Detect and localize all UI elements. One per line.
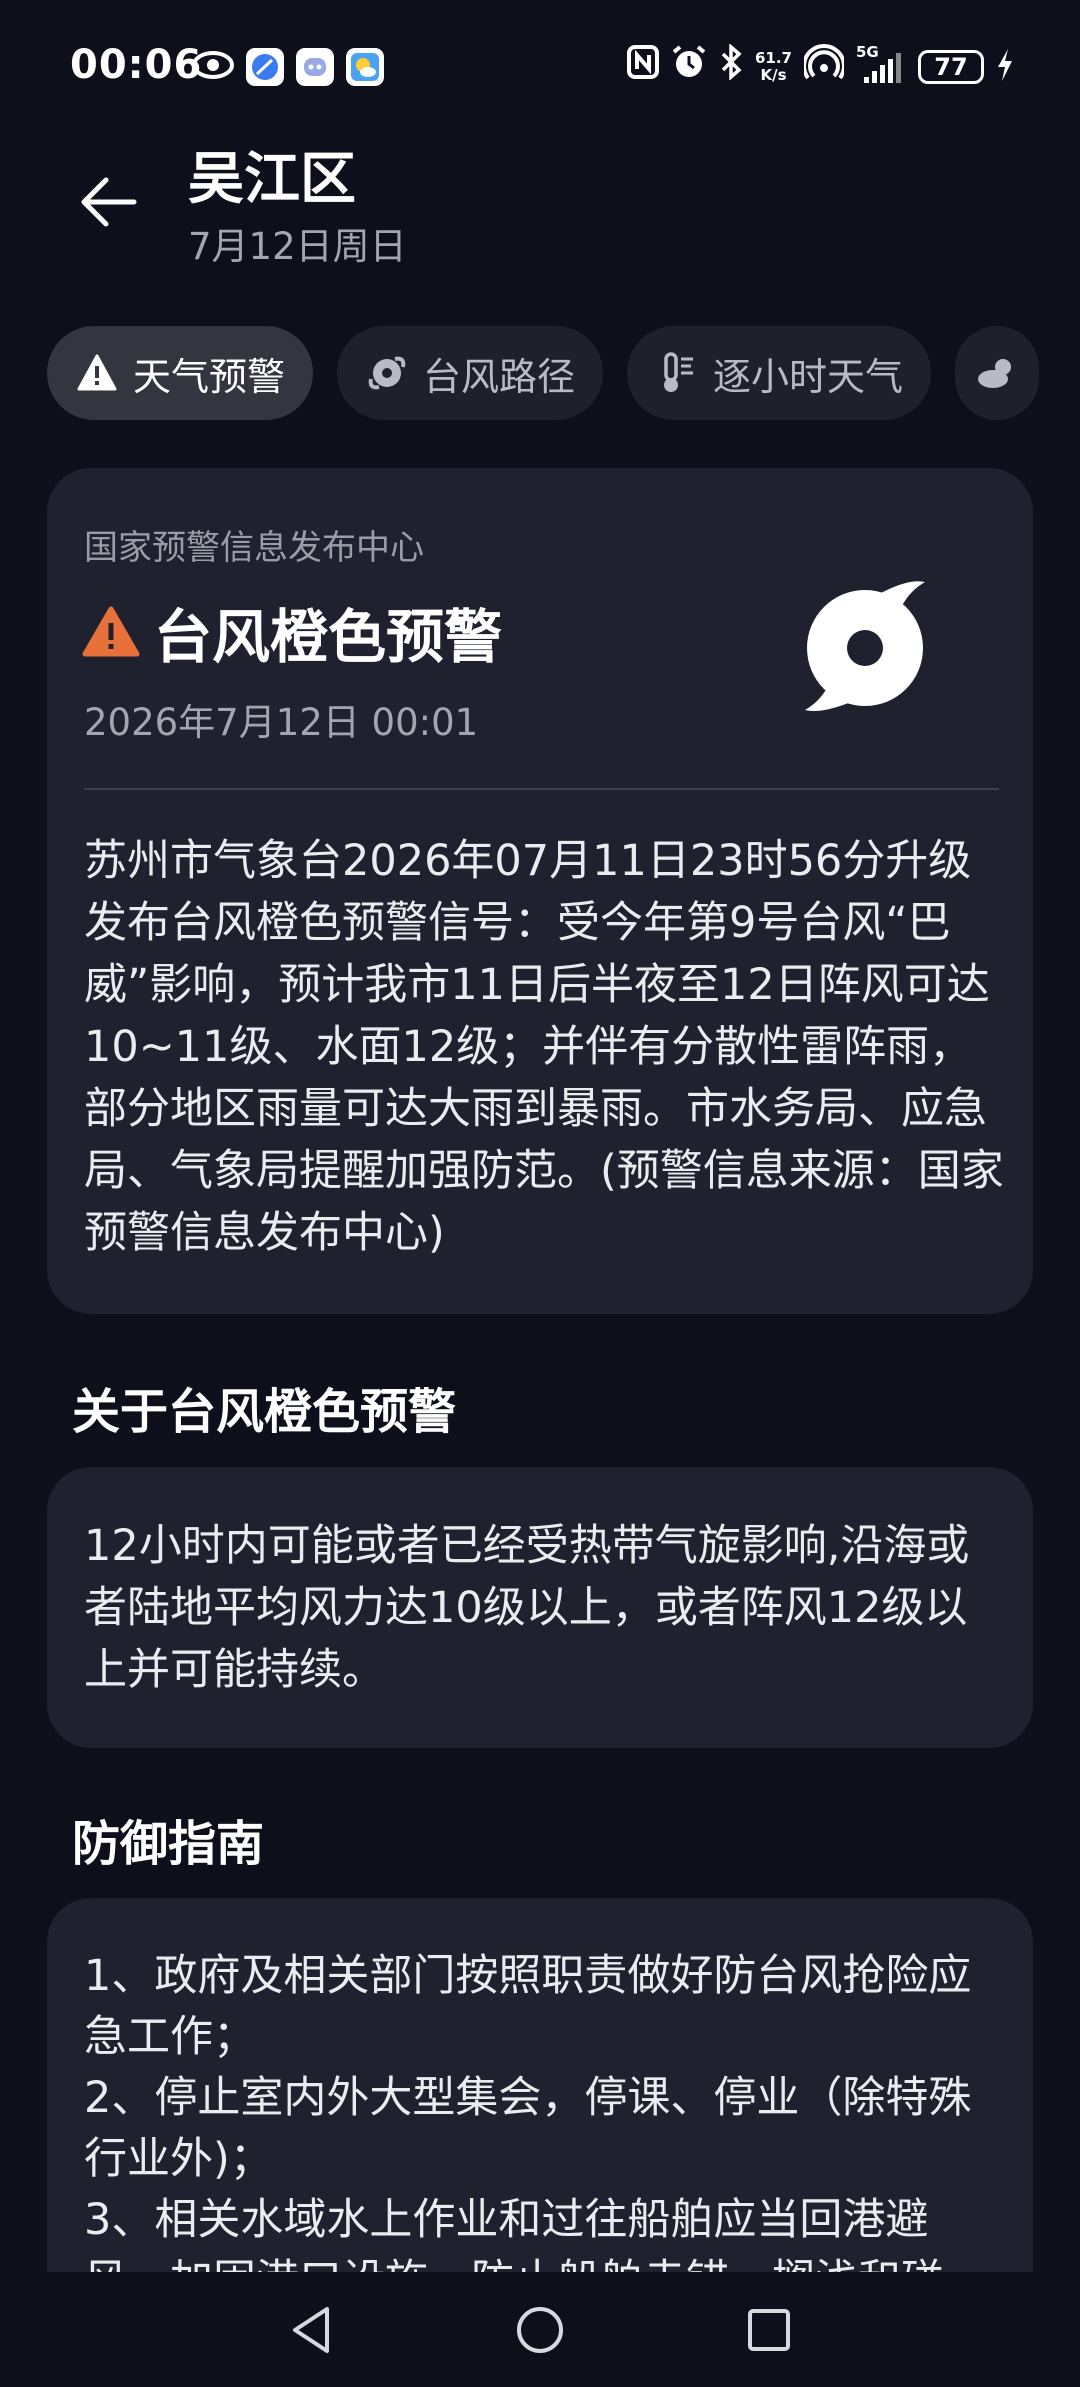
weather-app-icon — [346, 48, 384, 86]
guide-item: 1、政府及相关部门按照职责做好防台风抢险应急工作； — [84, 1951, 972, 2062]
page-title: 吴江区 — [188, 147, 356, 212]
battery-level: 77 — [934, 52, 968, 81]
alert-body: 苏州市气象台2026年07月11日23时56分升级发布台风橙色预警信号：受今年第… — [84, 836, 1004, 1258]
thermometer-icon — [655, 351, 699, 395]
alarm-icon — [671, 44, 707, 89]
triangle-back-icon — [293, 2307, 329, 2353]
tab-label: 台风路径 — [423, 354, 576, 399]
nav-home-button[interactable] — [508, 2298, 572, 2362]
about-card: 12小时内可能或者已经受热带气旋影响,沿海或者陆地平均风力达10级以上，或者阵风… — [47, 1467, 1033, 1748]
guide-item: 2、停止室内外大型集会，停课、停业（除特殊行业外)； — [84, 2073, 972, 2184]
circle-home-icon — [517, 2307, 563, 2353]
nav-back-button[interactable] — [279, 2298, 343, 2362]
back-button[interactable] — [66, 160, 150, 244]
partly-cloudy-icon — [975, 351, 1019, 395]
alert-title-row: 台风橙色预警 — [82, 590, 502, 674]
nfc-icon — [626, 45, 659, 88]
alert-issuer: 国家预警信息发布中心 — [84, 528, 424, 568]
network-speed: 61.7 K/s — [754, 48, 792, 84]
alert-time: 2026年7月12日 00:01 — [84, 701, 479, 744]
tab-label: 逐小时天气 — [713, 354, 904, 399]
typhoon-alert-page: 00:06 61.7 K/s 5G 77 吴江区 7月12日周日 天气预警 台风… — [0, 0, 1080, 2387]
alert-card: 国家预警信息发布中心 台风橙色预警 2026年7月12日 00:01 苏州市气象… — [47, 468, 1033, 1314]
status-time: 00:06 — [70, 42, 203, 88]
hotspot-icon — [802, 44, 846, 89]
typhoon-icon — [365, 351, 409, 395]
alert-title: 台风橙色预警 — [154, 603, 503, 671]
guide-heading: 防御指南 — [72, 1816, 265, 1872]
square-recents-icon — [748, 2309, 790, 2351]
tab-label: 天气预警 — [133, 354, 286, 399]
signal-label: 5G — [856, 42, 879, 61]
status-bar: 00:06 61.7 K/s 5G 77 — [0, 0, 1080, 140]
browser-app-icon — [246, 48, 284, 86]
system-status-icons: 61.7 K/s 5G 77 — [626, 43, 1014, 89]
notification-icons — [192, 48, 384, 86]
warning-triangle-icon — [82, 606, 140, 657]
arrow-left-icon — [81, 177, 137, 227]
divider — [84, 788, 999, 790]
warning-icon — [75, 351, 119, 395]
battery-indicator: 77 — [918, 49, 984, 84]
navigation-bar — [0, 2272, 1080, 2387]
tab-bar: 天气预警 台风路径 逐小时天气 — [47, 326, 1040, 420]
tab-weather-warning[interactable]: 天气预警 — [47, 326, 314, 420]
tab-hourly-weather[interactable]: 逐小时天气 — [627, 326, 932, 420]
nav-recents-button[interactable] — [737, 2298, 801, 2362]
about-body: 12小时内可能或者已经受热带气旋影响,沿海或者陆地平均风力达10级以上，或者阵风… — [84, 1521, 970, 1695]
eye-comfort-icon — [192, 50, 234, 84]
tab-typhoon-path[interactable]: 台风路径 — [337, 326, 604, 420]
signal-icon: 5G — [856, 43, 906, 85]
typhoon-icon — [805, 581, 925, 711]
charging-icon — [996, 47, 1014, 87]
tab-more-weather[interactable] — [955, 326, 1040, 420]
bluetooth-icon — [719, 43, 743, 89]
about-heading: 关于台风橙色预警 — [72, 1384, 457, 1440]
assistant-app-icon — [296, 48, 334, 86]
page-date: 7月12日周日 — [188, 225, 407, 268]
